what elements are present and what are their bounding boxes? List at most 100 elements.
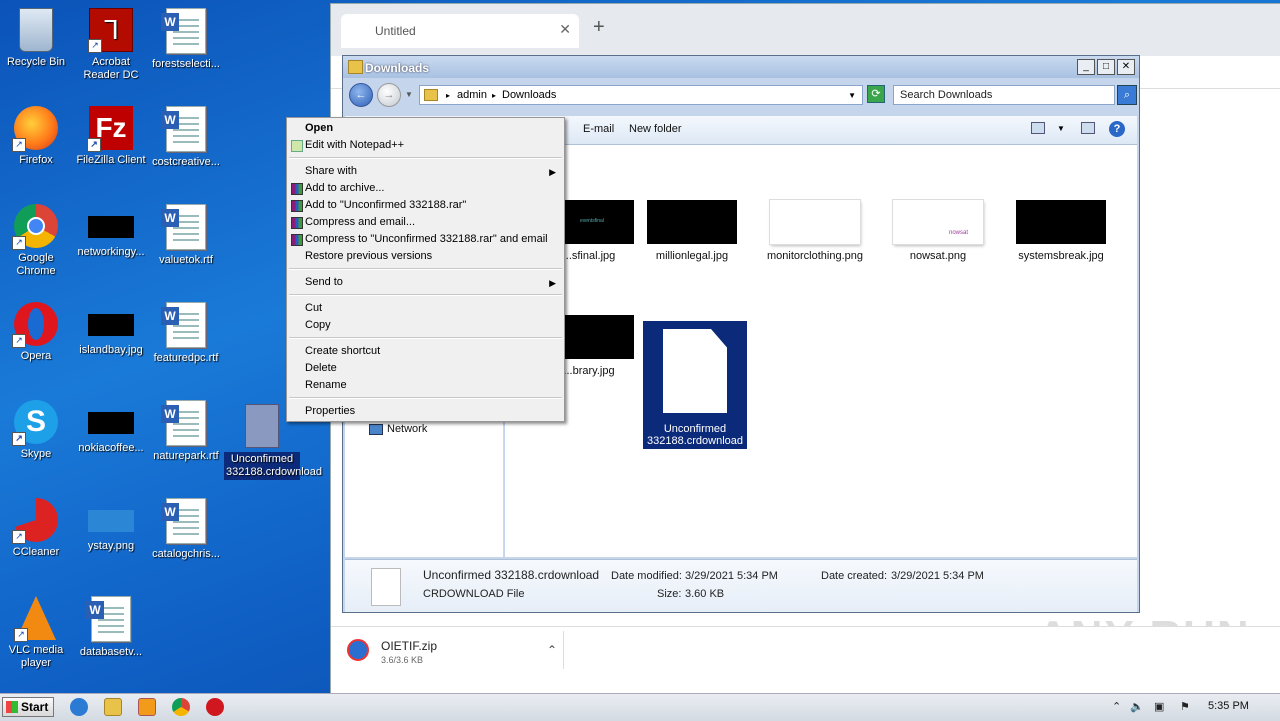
- minimize-button[interactable]: _: [1077, 59, 1095, 75]
- search-input[interactable]: [900, 89, 1090, 101]
- maximize-button[interactable]: □: [1097, 59, 1115, 75]
- taskbar-clock[interactable]: 5:35 PM: [1208, 700, 1249, 712]
- breadcrumb-admin[interactable]: admin: [457, 89, 487, 101]
- details-modified-value: 3/29/2021 5:34 PM: [685, 570, 778, 582]
- menu-item-add-to-rar[interactable]: Add to "Unconfirmed 332188.rar": [305, 199, 466, 211]
- action-center-flag-icon[interactable]: ⚑: [1180, 700, 1190, 713]
- email-button[interactable]: E-mail: [583, 123, 614, 135]
- winrar-icon: [291, 183, 303, 195]
- desktop-icon-nokiacoffee[interactable]: nokiacoffee...: [73, 400, 149, 455]
- desktop-icon-filezilla[interactable]: Fz ↗ FileZilla Client: [73, 106, 149, 167]
- chevron-up-icon[interactable]: ⌃: [547, 643, 557, 657]
- help-icon[interactable]: ?: [1109, 121, 1125, 137]
- nav-item-network[interactable]: Network: [369, 423, 427, 435]
- menu-item-create-shortcut[interactable]: Create shortcut: [305, 345, 380, 357]
- menu-item-restore-previous-versions[interactable]: Restore previous versions: [305, 250, 432, 262]
- media-player-icon[interactable]: [138, 698, 156, 716]
- menu-item-send-to[interactable]: Send to: [305, 276, 343, 288]
- internet-explorer-icon[interactable]: [70, 698, 88, 716]
- chrome-tab[interactable]: Untitled ✕: [341, 14, 579, 48]
- menu-item-add-to-archive[interactable]: Add to archive...: [305, 182, 385, 194]
- skype-icon: S ↗: [12, 400, 58, 446]
- desktop-icon-skype[interactable]: S ↗ Skype: [0, 400, 74, 461]
- desktop-icon-ystay[interactable]: ystay.png: [73, 498, 149, 553]
- menu-item-compress-email[interactable]: Compress and email...: [305, 216, 415, 228]
- desktop-icon-acrobat[interactable]: ᒣ ↗ Acrobat Reader DC: [73, 8, 149, 82]
- preview-pane-icon[interactable]: [1081, 122, 1095, 134]
- refresh-icon[interactable]: ⟳: [867, 85, 885, 103]
- start-button[interactable]: Start: [2, 697, 54, 717]
- new-folder-button[interactable]: New folder: [629, 123, 682, 135]
- desktop-icon-islandbay[interactable]: islandbay.jpg: [73, 302, 149, 357]
- winrar-icon: [291, 234, 303, 246]
- shortcut-arrow-icon: ↗: [12, 432, 26, 446]
- menu-item-cut[interactable]: Cut: [305, 302, 322, 314]
- chrome-taskbar-icon[interactable]: [172, 698, 190, 716]
- opera-taskbar-icon[interactable]: [206, 698, 224, 716]
- menu-item-edit-notepadpp[interactable]: Edit with Notepad++: [305, 139, 404, 151]
- desktop-icon-databasetv[interactable]: W databasetv...: [73, 596, 149, 659]
- back-button[interactable]: ←: [349, 83, 373, 107]
- menu-item-open[interactable]: Open: [305, 122, 333, 134]
- word-document-icon: W: [161, 302, 206, 348]
- menu-separator: [289, 337, 562, 339]
- desktop-icon-label: Acrobat Reader DC: [83, 56, 139, 81]
- forward-button[interactable]: →: [377, 83, 401, 107]
- download-item[interactable]: OIETIF.zip 3.6/3.6 KB ⌃: [345, 635, 557, 669]
- desktop-icon-label: Recycle Bin: [6, 56, 66, 68]
- address-box[interactable]: ▸ admin ▸ Downloads ▼: [419, 85, 863, 105]
- image-thumbnail: [770, 200, 860, 244]
- acrobat-icon: ᒣ ↗: [88, 8, 133, 53]
- address-dropdown-icon[interactable]: ▼: [848, 91, 856, 100]
- explorer-title-bar[interactable]: Downloads _ □ ✕: [343, 56, 1139, 78]
- desktop-icon-ccleaner[interactable]: ↗ CCleaner: [0, 498, 74, 559]
- desktop-icon-firefox[interactable]: ↗ Firefox: [0, 106, 74, 167]
- menu-item-compress-to-rar-email[interactable]: Compress to "Unconfirmed 332188.rar" and…: [305, 233, 548, 245]
- menu-item-copy[interactable]: Copy: [305, 319, 331, 331]
- menu-item-properties[interactable]: Properties: [305, 405, 355, 417]
- file-item[interactable]: systemsbreak.jpg: [1009, 200, 1113, 262]
- desktop-icon-label: catalogchris...: [152, 548, 220, 560]
- breadcrumb-downloads[interactable]: Downloads: [502, 89, 556, 101]
- menu-item-delete[interactable]: Delete: [305, 362, 337, 374]
- history-dropdown-icon[interactable]: ▼: [405, 90, 413, 99]
- file-item[interactable]: nowsat nowsat.png: [886, 200, 990, 262]
- desktop-icon-valuetok[interactable]: W valuetok.rtf: [148, 204, 224, 267]
- desktop-icon-naturepark[interactable]: W naturepark.rtf: [148, 400, 224, 463]
- shortcut-arrow-icon: ↗: [14, 628, 28, 642]
- search-box[interactable]: [893, 85, 1115, 105]
- volume-icon[interactable]: 🔈: [1130, 700, 1144, 713]
- desktop-icon-featuredpc[interactable]: W featuredpc.rtf: [148, 302, 224, 365]
- tab-close-icon[interactable]: ✕: [559, 21, 571, 38]
- file-item[interactable]: millionlegal.jpg: [640, 200, 744, 262]
- window-title: Downloads: [365, 61, 430, 75]
- tray-expand-icon[interactable]: ⌃: [1112, 700, 1121, 713]
- file-explorer-icon[interactable]: [104, 698, 122, 716]
- submenu-arrow-icon: ▶: [549, 278, 556, 288]
- desktop-icon-vlc[interactable]: ↗ VLC media player: [0, 596, 74, 670]
- desktop-icon-opera[interactable]: ↗ Opera: [0, 302, 74, 363]
- menu-separator: [289, 157, 562, 159]
- desktop-icon-forestselecti[interactable]: W forestselecti...: [148, 8, 224, 71]
- desktop-icon-label: forestselecti...: [152, 58, 220, 70]
- view-icon[interactable]: [1031, 122, 1045, 134]
- search-icon[interactable]: ⌕: [1117, 85, 1137, 105]
- notepadpp-icon: [291, 140, 303, 152]
- close-button[interactable]: ✕: [1117, 59, 1135, 75]
- image-thumbnail: [88, 412, 134, 434]
- desktop-icon-recycle-bin[interactable]: Recycle Bin: [0, 8, 74, 69]
- desktop-icon-label: valuetok.rtf: [159, 254, 213, 266]
- file-item-selected[interactable]: Unconfirmed 332188.crdownload: [643, 321, 747, 449]
- address-bar-row: ← → ▼ ▸ admin ▸ Downloads ▼ ⟳ ⌕: [347, 82, 1137, 110]
- new-tab-icon[interactable]: +: [593, 16, 605, 39]
- taskbar: Start ⌃ 🔈 ▣ ⚑ 5:35 PM: [0, 693, 1280, 721]
- desktop-icon-costcreative[interactable]: W costcreative...: [148, 106, 224, 169]
- desktop-icon-networkingy[interactable]: networkingy...: [73, 204, 149, 259]
- desktop-icon-catalogchris[interactable]: W catalogchris...: [148, 498, 224, 561]
- menu-item-share-with[interactable]: Share with: [305, 165, 357, 177]
- menu-item-rename[interactable]: Rename: [305, 379, 347, 391]
- view-dropdown-icon[interactable]: ▼: [1057, 124, 1065, 133]
- file-item[interactable]: monitorclothing.png: [763, 200, 867, 262]
- desktop-icon-chrome[interactable]: ↗ Google Chrome: [0, 204, 74, 278]
- network-tray-icon[interactable]: ▣: [1154, 700, 1164, 713]
